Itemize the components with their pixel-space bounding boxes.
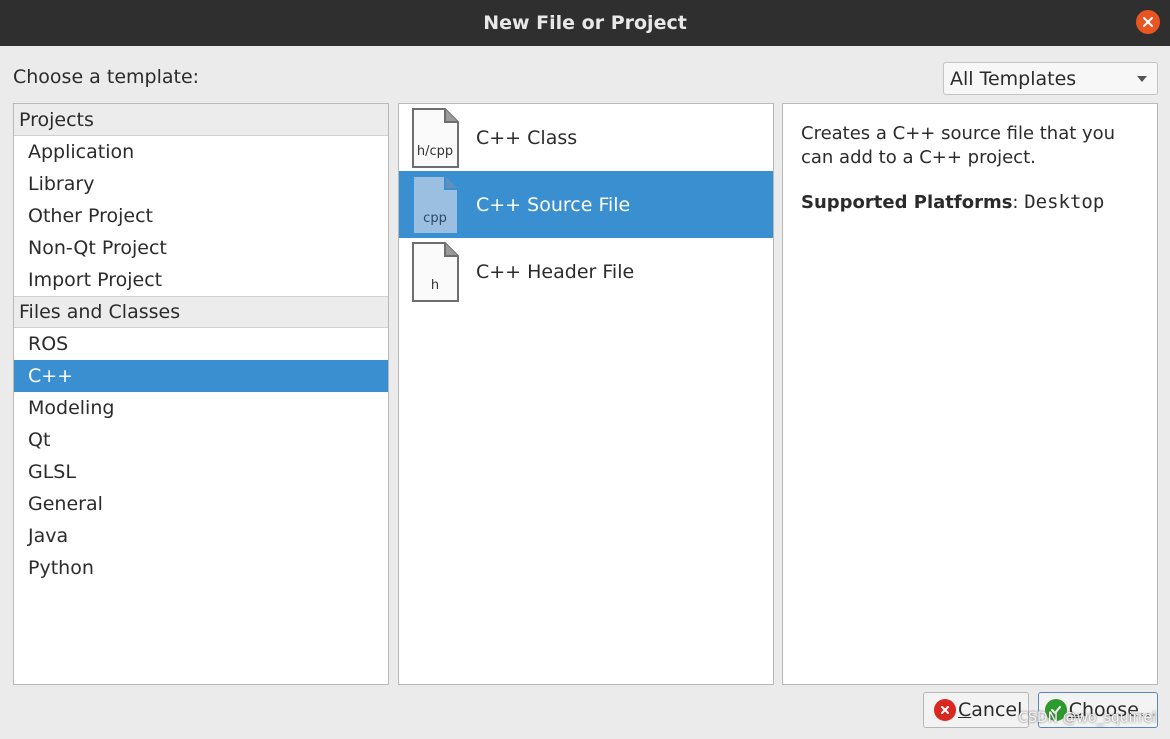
- title-bar: New File or Project: [0, 0, 1170, 46]
- file-icon-text: h: [431, 278, 439, 293]
- cancel-mnemonic: C: [958, 699, 972, 721]
- template-label: C++ Header File: [476, 260, 635, 283]
- category-item[interactable]: Library: [14, 168, 388, 200]
- category-item[interactable]: Other Project: [14, 200, 388, 232]
- platforms-separator: :: [1012, 192, 1019, 213]
- chevron-down-icon: [1137, 76, 1147, 82]
- description-panel: Creates a C++ source file that you can a…: [782, 103, 1158, 685]
- category-item[interactable]: ROS: [14, 328, 388, 360]
- template-label: C++ Class: [476, 126, 578, 149]
- category-item-selected[interactable]: C++: [14, 360, 388, 392]
- category-item[interactable]: Qt: [14, 424, 388, 456]
- category-item[interactable]: Python: [14, 552, 388, 584]
- file-icon-text: cpp: [423, 211, 447, 226]
- file-icon: h: [412, 242, 459, 302]
- category-item[interactable]: Import Project: [14, 264, 388, 296]
- template-filter-dropdown[interactable]: All Templates: [943, 62, 1158, 95]
- category-item[interactable]: Modeling: [14, 392, 388, 424]
- category-item[interactable]: Application: [14, 136, 388, 168]
- template-label: C++ Source File: [476, 193, 631, 216]
- file-icon: h/cpp: [412, 108, 459, 168]
- watermark: CSDN @wo_squirrel: [1018, 710, 1156, 726]
- category-group-header: Projects: [14, 104, 388, 136]
- template-item-selected[interactable]: cpp C++ Source File: [399, 171, 773, 238]
- cancel-label: ancel: [971, 699, 1023, 721]
- cancel-icon: [934, 699, 956, 721]
- platforms-value: Desktop: [1024, 191, 1105, 213]
- category-group-header: Files and Classes: [14, 296, 388, 328]
- template-filter-value: All Templates: [950, 67, 1077, 90]
- template-item[interactable]: h C++ Header File: [399, 238, 773, 305]
- category-item[interactable]: General: [14, 488, 388, 520]
- choose-template-label: Choose a template:: [13, 66, 200, 88]
- supported-platforms: Supported Platforms: Desktop: [801, 190, 1139, 215]
- category-item[interactable]: Java: [14, 520, 388, 552]
- close-icon[interactable]: [1136, 10, 1160, 34]
- category-item[interactable]: GLSL: [14, 456, 388, 488]
- category-item[interactable]: Non-Qt Project: [14, 232, 388, 264]
- window-title: New File or Project: [483, 12, 687, 34]
- cancel-button[interactable]: Cancel: [923, 692, 1029, 728]
- file-icon-text: h/cpp: [417, 144, 453, 159]
- file-icon: cpp: [412, 175, 459, 235]
- template-description: Creates a C++ source file that you can a…: [801, 123, 1116, 168]
- platforms-label: Supported Platforms: [801, 192, 1013, 213]
- template-list: h/cpp C++ Class cpp C++ Source File h C+…: [398, 103, 774, 685]
- template-item[interactable]: h/cpp C++ Class: [399, 104, 773, 171]
- category-list: Projects Application Library Other Proje…: [13, 103, 389, 685]
